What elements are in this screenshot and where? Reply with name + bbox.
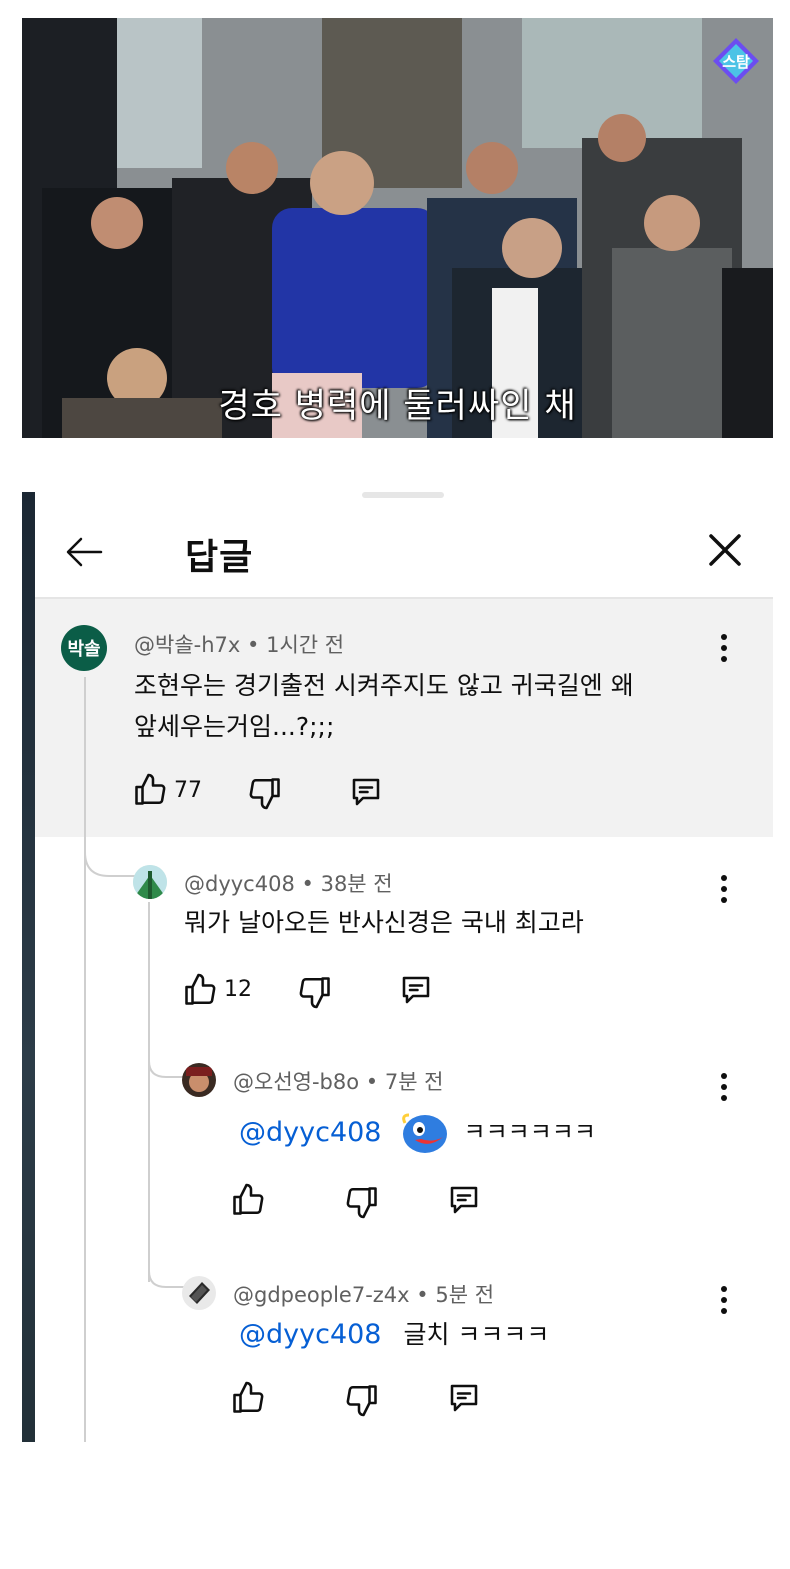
avatar-image: [182, 1276, 216, 1310]
comment-text-line: 조현우는 경기출전 시켜주지도 않고 귀국길엔 왜: [134, 671, 634, 700]
thumbs-up-icon: [233, 1183, 264, 1215]
comment-text-line: 앞세우는거임...?;;;: [134, 712, 335, 741]
drag-handle[interactable]: [362, 492, 444, 498]
back-button[interactable]: [63, 530, 107, 574]
meta-separator: •: [240, 633, 267, 657]
comment-more-button[interactable]: [719, 1072, 729, 1102]
reply-button[interactable]: [446, 1182, 482, 1218]
comment-text-after-mention: 글치 ㅋㅋㅋㅋ: [403, 1320, 550, 1349]
avatar-image: [133, 865, 167, 899]
comment-time: 1시간 전: [266, 633, 345, 657]
meta-separator: •: [359, 1070, 385, 1094]
reply-button[interactable]: [348, 774, 384, 810]
dislike-button[interactable]: [344, 1382, 380, 1418]
comment-meta: @gdpeople7-z4x • 5분 전: [233, 1279, 494, 1309]
like-button[interactable]: [230, 1182, 266, 1218]
thumbs-down-icon: [299, 977, 330, 1009]
reply-button[interactable]: [398, 972, 434, 1008]
more-vertical-icon: [721, 1073, 727, 1101]
comment-author[interactable]: @dyyc408: [184, 872, 295, 896]
replies-panel: 답글 박솔 @박솔-h7x • 1시간 전 조현우는 경기출전 시켜주지도 않고…: [22, 492, 773, 1442]
close-icon: [709, 534, 741, 566]
comment-author[interactable]: @gdpeople7-z4x: [233, 1283, 410, 1307]
channel-logo-icon: 스탐: [711, 36, 761, 86]
video-scene: [22, 18, 773, 438]
avatar[interactable]: 박솔: [61, 625, 107, 671]
avatar[interactable]: [182, 1063, 216, 1097]
channel-logo-text: 스탐: [722, 53, 750, 71]
reply-button[interactable]: [446, 1380, 482, 1416]
comment-text: @dyyc408 글치 ㅋㅋㅋㅋ: [239, 1314, 549, 1355]
like-button[interactable]: [182, 972, 218, 1008]
arrow-left-icon: [66, 537, 103, 567]
comment-time: 7분 전: [384, 1070, 444, 1094]
thumbs-down-icon: [249, 778, 280, 810]
more-vertical-icon: [721, 634, 727, 662]
comment-text-after-mention: ㅋㅋㅋㅋㅋㅋ: [463, 1117, 596, 1146]
reply-comment-icon: [450, 1186, 478, 1214]
reply-comment-icon: [352, 778, 380, 806]
thumbs-down-icon: [346, 1187, 377, 1219]
emoji-sticker-icon: [399, 1109, 451, 1155]
comment-meta: @dyyc408 • 38분 전: [184, 868, 393, 898]
dislike-button[interactable]: [247, 775, 283, 811]
close-button[interactable]: [703, 528, 747, 572]
thumbs-down-icon: [346, 1385, 377, 1417]
comment-author[interactable]: @오선영-b8o: [233, 1070, 359, 1094]
reply-comment-icon: [402, 976, 430, 1004]
comment-author[interactable]: @박솔-h7x: [134, 633, 240, 657]
like-button[interactable]: [230, 1380, 266, 1416]
thumbs-up-icon: [135, 773, 166, 805]
replies-header: 답글: [35, 500, 773, 598]
meta-separator: •: [409, 1283, 436, 1307]
avatar[interactable]: [133, 865, 167, 899]
user-mention-link[interactable]: @dyyc408: [239, 1112, 381, 1153]
comment-time: 5분 전: [435, 1283, 495, 1307]
page-title: 답글: [185, 537, 254, 578]
like-count: 77: [174, 778, 202, 803]
video-frame[interactable]: 스탐 경호 병력에 둘러싸인 채: [22, 18, 773, 438]
dislike-button[interactable]: [344, 1184, 380, 1220]
more-vertical-icon: [721, 1286, 727, 1314]
dislike-button[interactable]: [297, 974, 333, 1010]
like-button[interactable]: [132, 772, 168, 808]
comment-more-button[interactable]: [719, 1285, 729, 1315]
comment-more-button[interactable]: [719, 874, 729, 904]
user-mention-link[interactable]: @dyyc408: [239, 1319, 381, 1350]
comment-meta: @오선영-b8o • 7분 전: [233, 1066, 444, 1096]
thread-line-main: [84, 677, 86, 1442]
comment-text: 뭐가 날아오든 반사신경은 국내 최고라: [184, 908, 584, 937]
thumbs-up-icon: [185, 973, 216, 1005]
reply-comment-icon: [450, 1384, 478, 1412]
avatar-image: [182, 1063, 216, 1097]
comment-meta: @박솔-h7x • 1시간 전: [134, 629, 344, 659]
comment-more-button[interactable]: [719, 633, 729, 663]
panel-left-edge: [22, 492, 35, 1442]
comment-text: 조현우는 경기출전 시켜주지도 않고 귀국길엔 왜 앞세우는거임...?;;;: [134, 665, 634, 747]
video-subtitle: 경호 병력에 둘러싸인 채: [218, 386, 577, 426]
avatar[interactable]: [182, 1276, 216, 1310]
comment-time: 38분 전: [320, 872, 393, 896]
thread-line-sub: [148, 902, 150, 1282]
thumbs-up-icon: [233, 1381, 264, 1413]
like-count: 12: [224, 977, 252, 1002]
comment-text: @dyyc408 ㅋㅋㅋㅋㅋㅋ: [239, 1109, 596, 1155]
more-vertical-icon: [721, 875, 727, 903]
meta-separator: •: [294, 872, 321, 896]
